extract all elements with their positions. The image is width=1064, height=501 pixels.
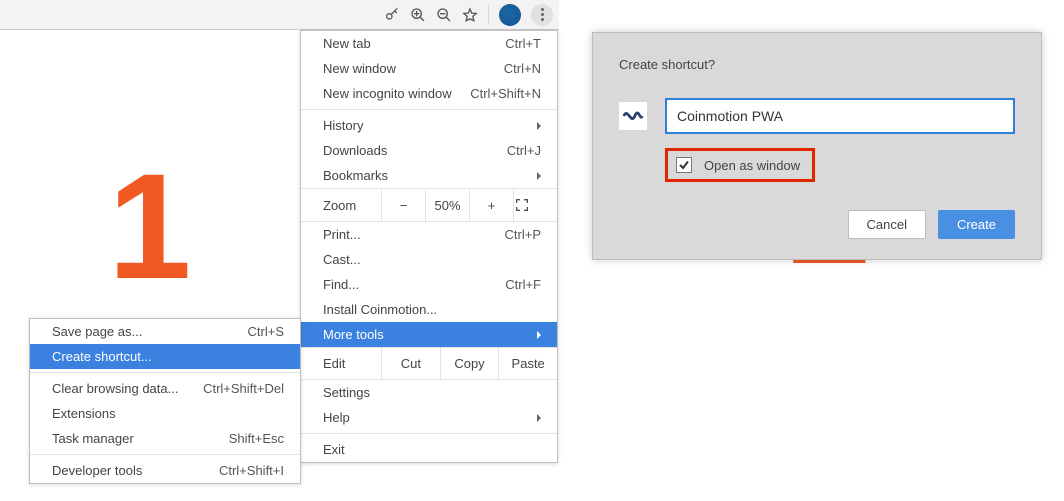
chrome-menu-button[interactable] [531, 4, 553, 26]
submenu-item-create-shortcut[interactable]: Create shortcut... [30, 344, 300, 369]
menu-label: Downloads [323, 143, 507, 158]
create-button[interactable]: Create [938, 210, 1015, 239]
menu-shortcut: Ctrl+S [248, 324, 284, 339]
checkbox-checked-icon[interactable] [676, 157, 692, 173]
menu-separator [301, 109, 557, 110]
submenu-item-clear-browsing[interactable]: Clear browsing data... Ctrl+Shift+Del [30, 376, 300, 401]
menu-item-more-tools[interactable]: More tools [301, 322, 557, 347]
menu-shortcut: Ctrl+J [507, 143, 541, 158]
menu-label: Developer tools [52, 463, 219, 478]
shortcut-name-input[interactable] [665, 98, 1015, 134]
zoom-in-icon[interactable] [410, 7, 426, 23]
zoom-out-button[interactable]: − [381, 190, 425, 221]
copy-button[interactable]: Copy [440, 348, 499, 379]
menu-shortcut: Ctrl+F [505, 277, 541, 292]
menu-shortcut: Ctrl+Shift+N [470, 86, 541, 101]
menu-item-edit: Edit Cut Copy Paste [301, 347, 557, 380]
menu-label: Print... [323, 227, 505, 242]
zoom-in-button[interactable]: + [469, 190, 513, 221]
checkbox-label: Open as window [704, 158, 800, 173]
menu-item-new-window[interactable]: New window Ctrl+N [301, 56, 557, 81]
chevron-right-icon [537, 331, 541, 339]
open-as-window-row[interactable]: Open as window [665, 148, 815, 182]
zoom-label: Zoom [301, 190, 381, 221]
zoom-value: 50% [425, 190, 469, 221]
chevron-right-icon [537, 414, 541, 422]
menu-label: New incognito window [323, 86, 470, 101]
menu-item-find[interactable]: Find... Ctrl+F [301, 272, 557, 297]
menu-item-downloads[interactable]: Downloads Ctrl+J [301, 138, 557, 163]
menu-label: Find... [323, 277, 505, 292]
menu-shortcut: Ctrl+P [505, 227, 541, 242]
menu-item-new-incognito[interactable]: New incognito window Ctrl+Shift+N [301, 81, 557, 106]
zoom-out-icon[interactable] [436, 7, 452, 23]
menu-label: Settings [323, 385, 541, 400]
menu-separator [30, 454, 300, 455]
toolbar-divider [488, 5, 489, 25]
menu-item-zoom: Zoom − 50% + [301, 188, 557, 222]
menu-item-help[interactable]: Help [301, 405, 557, 430]
menu-label: New window [323, 61, 504, 76]
submenu-item-developer-tools[interactable]: Developer tools Ctrl+Shift+I [30, 458, 300, 483]
chevron-right-icon [537, 122, 541, 130]
app-icon [619, 102, 647, 130]
cut-button[interactable]: Cut [381, 348, 440, 379]
menu-label: New tab [323, 36, 505, 51]
more-tools-submenu: Save page as... Ctrl+S Create shortcut..… [29, 318, 301, 484]
create-shortcut-dialog: Create shortcut? Open as window Cancel C… [592, 32, 1042, 260]
star-icon[interactable] [462, 7, 478, 23]
chevron-right-icon [537, 172, 541, 180]
menu-item-settings[interactable]: Settings [301, 380, 557, 405]
menu-shortcut: Ctrl+T [505, 36, 541, 51]
menu-separator [30, 372, 300, 373]
chrome-menu: New tab Ctrl+T New window Ctrl+N New inc… [300, 30, 558, 463]
annotation-marker-1: 1 [108, 140, 191, 313]
submenu-item-extensions[interactable]: Extensions [30, 401, 300, 426]
menu-separator [301, 433, 557, 434]
menu-label: Install Coinmotion... [323, 302, 541, 317]
menu-label: Extensions [52, 406, 284, 421]
menu-label: Cast... [323, 252, 541, 267]
menu-item-cast[interactable]: Cast... [301, 247, 557, 272]
dialog-buttons: Cancel Create [619, 210, 1015, 239]
menu-shortcut: Ctrl+N [504, 61, 541, 76]
menu-item-exit[interactable]: Exit [301, 437, 557, 462]
edit-label: Edit [301, 348, 381, 379]
menu-label: Bookmarks [323, 168, 537, 183]
menu-label: Task manager [52, 431, 229, 446]
menu-item-install[interactable]: Install Coinmotion... [301, 297, 557, 322]
menu-label: More tools [323, 327, 537, 342]
submenu-item-save-page[interactable]: Save page as... Ctrl+S [30, 319, 300, 344]
menu-shortcut: Ctrl+Shift+Del [203, 381, 284, 396]
key-icon[interactable] [384, 7, 400, 23]
profile-avatar[interactable] [499, 4, 521, 26]
menu-item-new-tab[interactable]: New tab Ctrl+T [301, 31, 557, 56]
fullscreen-button[interactable] [513, 189, 557, 221]
paste-button[interactable]: Paste [498, 348, 557, 379]
dialog-name-row [619, 98, 1015, 134]
menu-label: Help [323, 410, 537, 425]
menu-item-history[interactable]: History [301, 113, 557, 138]
dialog-title: Create shortcut? [619, 57, 1015, 72]
menu-item-print[interactable]: Print... Ctrl+P [301, 222, 557, 247]
menu-label: Exit [323, 442, 541, 457]
menu-label: Create shortcut... [52, 349, 284, 364]
browser-toolbar [0, 0, 559, 30]
cancel-button[interactable]: Cancel [848, 210, 926, 239]
menu-label: History [323, 118, 537, 133]
menu-shortcut: Shift+Esc [229, 431, 284, 446]
menu-label: Clear browsing data... [52, 381, 203, 396]
submenu-item-task-manager[interactable]: Task manager Shift+Esc [30, 426, 300, 451]
menu-label: Save page as... [52, 324, 248, 339]
menu-shortcut: Ctrl+Shift+I [219, 463, 284, 478]
menu-item-bookmarks[interactable]: Bookmarks [301, 163, 557, 188]
